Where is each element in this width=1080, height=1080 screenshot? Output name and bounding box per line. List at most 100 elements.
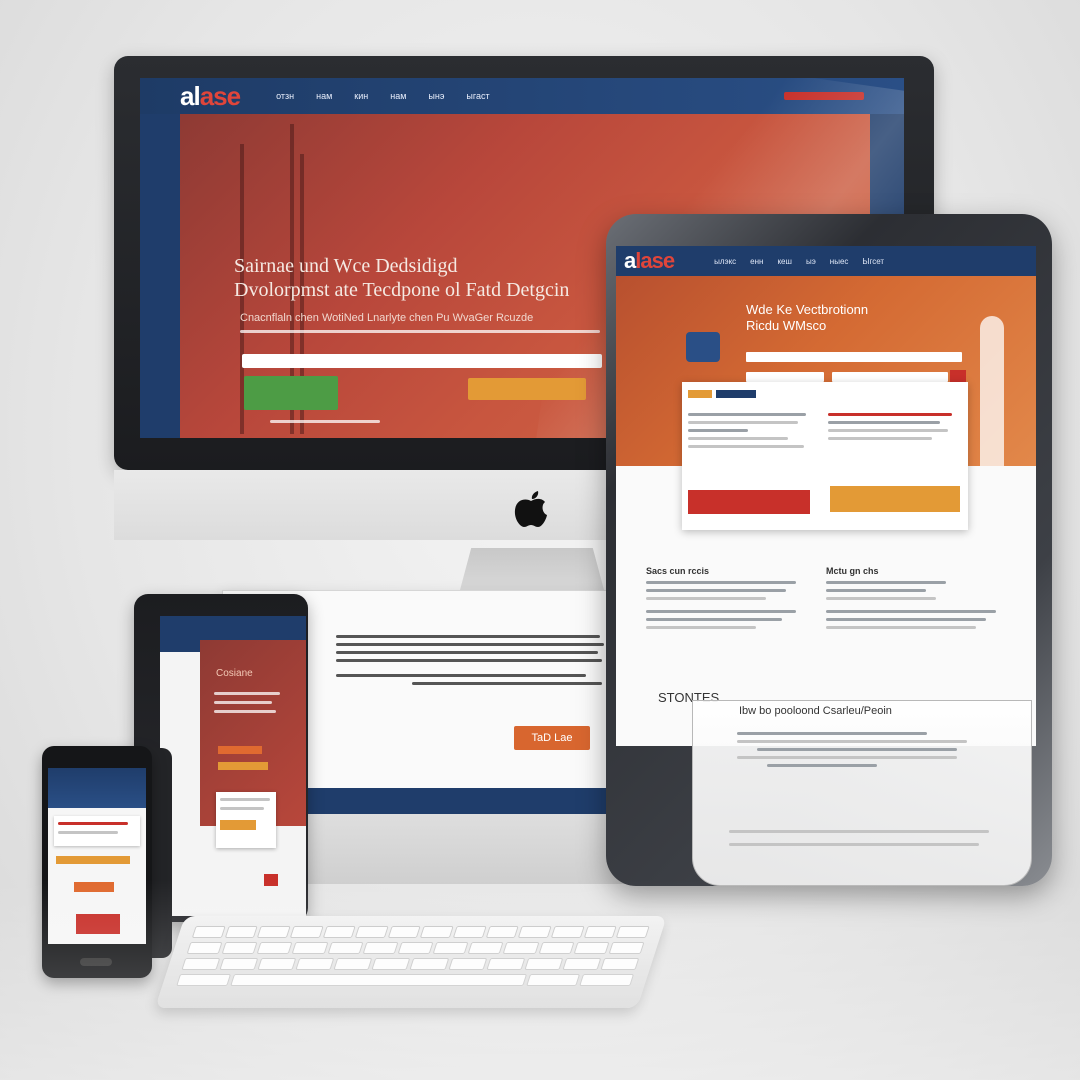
tablet-nav-links: ылэкс енн кеш ыэ ныес Ыгсет: [714, 257, 884, 266]
card-text-line: [828, 437, 932, 440]
hero-illustration: [686, 332, 720, 362]
tablet-hero-text: Wde Ke Vectbrotionn Ricdu WMsco: [746, 302, 966, 334]
hero-line: [214, 710, 276, 713]
small-tablet-screen: Cosiane: [160, 616, 306, 916]
table-reflection: [0, 880, 1080, 1080]
card-text-line: [688, 421, 798, 424]
lower-panel-title: Ibw bo pooloond Csarleu/Peoin: [739, 705, 892, 717]
lower-panel-lines: [737, 727, 987, 772]
tablet-section-1: Sacs cun rccis: [646, 566, 806, 634]
section-text-line: [826, 597, 936, 600]
tablet-hero-field-1[interactable]: [746, 372, 824, 382]
logo-text-a: al: [180, 80, 201, 111]
monitor-text-line: [336, 635, 600, 638]
nav-link[interactable]: нам: [390, 91, 406, 101]
lower-text-line: [737, 740, 967, 743]
tablet-screen: alase ылэкс енн кеш ыэ ныес Ыгсет Wde Ke…: [616, 246, 1036, 746]
section-text-line: [826, 581, 946, 584]
hero-caption-line: [270, 420, 380, 423]
section-text-line: [826, 589, 926, 592]
phone-navbar: [48, 768, 146, 808]
card-text-line: [688, 437, 788, 440]
card-red-button[interactable]: [688, 490, 810, 514]
card-left-lines: [688, 408, 808, 453]
card-text-line: [220, 807, 264, 810]
phone-orange-bar[interactable]: [56, 856, 130, 864]
tablet-hero-title-2: Ricdu WMsco: [746, 318, 827, 333]
card-tag-navy: [716, 390, 756, 398]
nav-link[interactable]: ылэкс: [714, 257, 736, 266]
card-text-line: [688, 413, 806, 416]
card-orange-button[interactable]: [830, 486, 960, 512]
card-text-line: [688, 429, 748, 432]
section-text-line: [826, 610, 996, 613]
hero-text-block: Sairnae und Wce Dedsidigd Dvolorpmst ate…: [234, 254, 614, 302]
lower-text-line: [737, 756, 957, 759]
small-tablet-hero-lines: [214, 686, 284, 719]
phone-card-line: [58, 831, 118, 834]
section-1-title: Sacs cun rccis: [646, 566, 710, 576]
hero-search-input[interactable]: [242, 354, 602, 368]
section-text-line: [646, 581, 796, 584]
small-tablet-hero-button[interactable]: [218, 746, 262, 754]
card-tag-orange: [688, 390, 712, 398]
card-right-lines: [828, 408, 958, 445]
nav-link[interactable]: нам: [316, 91, 332, 101]
card-text-line: [220, 798, 270, 801]
section-text-line: [646, 589, 786, 592]
tablet-hero-title-1: Wde Ke Vectbrotionn: [746, 302, 869, 317]
logo-text-a: a: [624, 248, 636, 273]
imac-nav-links: отзн нам кин нам ынэ ыгаст: [276, 91, 490, 101]
tablet-search-card: [682, 382, 968, 530]
section-text-line: [826, 626, 976, 629]
tablet-hero-input[interactable]: [746, 352, 962, 362]
hero-title-line-2: Dvolorpmst ate Tecdpone ol Fatd Detgcin: [234, 279, 570, 301]
monitor-text-line: [336, 659, 602, 662]
card-button[interactable]: [220, 820, 256, 830]
nav-link[interactable]: Ыгсет: [862, 257, 884, 266]
lower-text-line: [757, 748, 957, 751]
hero-orange-button[interactable]: [468, 378, 586, 400]
small-tablet-hero-button-2[interactable]: [218, 762, 268, 770]
hero-sub-line: [240, 330, 600, 333]
nav-link[interactable]: кин: [354, 91, 368, 101]
hero-sub-block: Cnacnflaln chen WotiNed Lnarlyte chen Pu…: [240, 312, 620, 339]
section-text-line: [646, 610, 796, 613]
logo-text-b: lase: [635, 248, 675, 273]
tablet-navbar: alase ылэкс енн кеш ыэ ныес Ыгсет: [616, 246, 1036, 276]
nav-link[interactable]: ыэ: [806, 257, 816, 266]
tablet-hero-field-2[interactable]: [832, 372, 948, 382]
site-logo[interactable]: alase: [180, 80, 241, 112]
small-tablet-card: [216, 792, 276, 848]
card-text-line: [828, 429, 948, 432]
lower-text-line: [729, 843, 979, 846]
nav-link[interactable]: ынэ: [428, 91, 444, 101]
nav-link[interactable]: ныес: [830, 257, 849, 266]
apple-logo-icon: [514, 491, 547, 527]
section-text-line: [826, 618, 986, 621]
nav-link[interactable]: отзн: [276, 91, 294, 101]
lower-text-line: [737, 732, 927, 735]
lower-text-line: [767, 764, 877, 767]
card-text-line: [688, 445, 804, 448]
nav-link[interactable]: ыгаст: [466, 91, 489, 101]
hero-line: [214, 701, 272, 704]
section-text-line: [646, 618, 782, 621]
nav-link[interactable]: кеш: [777, 257, 791, 266]
hero-lamp-decoration: [980, 316, 1004, 466]
section-text-line: [646, 597, 766, 600]
section-2-title: Mctu gn chs: [826, 566, 879, 576]
hero-green-button[interactable]: [244, 376, 338, 410]
lower-panel-footer-lines: [729, 825, 999, 851]
monitor-text-line: [336, 651, 598, 654]
talk-button[interactable]: TaD Lae: [514, 726, 590, 750]
hero-title-line-1: Sairnae und Wce Dedsidigd: [234, 255, 458, 277]
monitor-text-line: [336, 643, 604, 646]
tablet-logo[interactable]: alase: [624, 248, 675, 274]
hero-line: [214, 692, 280, 695]
hero-subtitle: Cnacnflaln chen WotiNed Lnarlyte chen Pu…: [240, 312, 534, 324]
tablet-lower-panel: Ibw bo pooloond Csarleu/Peoin: [692, 700, 1032, 886]
card-text-line: [828, 421, 940, 424]
nav-link[interactable]: енн: [750, 257, 763, 266]
monitor-text-line: [412, 682, 602, 685]
